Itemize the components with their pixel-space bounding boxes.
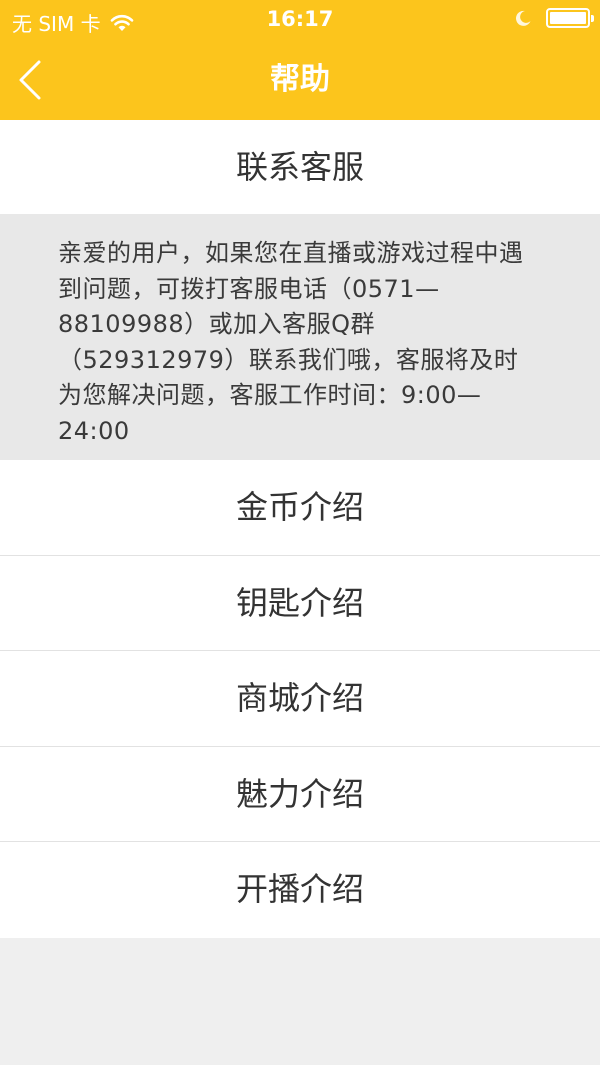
menu-item-label: 商城介绍 xyxy=(235,679,364,717)
menu-item-charm[interactable]: 魅力介绍 xyxy=(0,746,600,842)
battery-icon xyxy=(546,8,594,28)
page-title: 帮助 xyxy=(270,62,330,97)
moon-icon xyxy=(515,10,531,26)
menu-item-broadcast[interactable]: 开播介绍 xyxy=(0,842,600,938)
header: 无 SIM 卡 16:17 帮助 xyxy=(0,0,600,120)
contact-service-row[interactable]: 联系客服 xyxy=(0,120,600,214)
help-info-text: 亲爱的用户，如果您在直播或游戏过程中遇到问题，可拨打客服电话（0571—8810… xyxy=(58,239,524,445)
status-right xyxy=(514,8,594,28)
status-time: 16:17 xyxy=(266,7,334,31)
menu-item-shop[interactable]: 商城介绍 xyxy=(0,651,600,747)
menu-item-label: 开播介绍 xyxy=(235,870,364,908)
help-info-box: 亲爱的用户，如果您在直播或游戏过程中遇到问题，可拨打客服电话（0571—8810… xyxy=(0,214,600,460)
menu-item-label: 钥匙介绍 xyxy=(235,583,364,622)
contact-service-label: 联系客服 xyxy=(235,148,364,186)
menu-item-label: 魅力介绍 xyxy=(235,774,364,813)
status-bar: 无 SIM 卡 16:17 xyxy=(0,0,600,40)
nav-bar: 帮助 xyxy=(0,40,600,120)
menu-item-label: 金币介绍 xyxy=(235,488,364,526)
menu-item-keys[interactable]: 钥匙介绍 xyxy=(0,555,600,651)
menu-item-coins[interactable]: 金币介绍 xyxy=(0,460,600,556)
help-menu-list: 金币介绍 钥匙介绍 商城介绍 魅力介绍 开播介绍 xyxy=(0,460,600,938)
